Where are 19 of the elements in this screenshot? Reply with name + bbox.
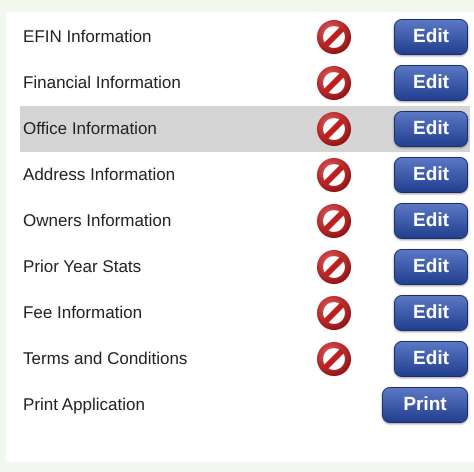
edit-button[interactable]: Edit xyxy=(394,111,468,147)
section-label: Office Information xyxy=(23,118,158,140)
section-label: Terms and Conditions xyxy=(23,348,188,370)
selected-row[interactable]: Office Information Edit xyxy=(20,106,470,152)
section-label: Address Information xyxy=(23,164,176,186)
section-label: Prior Year Stats xyxy=(23,256,142,278)
section-label: Fee Information xyxy=(23,302,144,324)
print-button[interactable]: Print xyxy=(382,387,468,423)
edit-button[interactable]: Edit xyxy=(394,157,468,193)
edit-button[interactable]: Edit xyxy=(394,341,468,377)
section-label: Financial Information xyxy=(23,72,182,94)
edit-button[interactable]: Edit xyxy=(394,203,468,239)
section-label: EFIN Information xyxy=(23,26,152,48)
section-label: Owners Information xyxy=(23,210,172,232)
edit-button[interactable]: Edit xyxy=(394,65,468,101)
section-label: Print Application xyxy=(23,394,146,416)
edit-button[interactable]: Edit xyxy=(394,249,468,285)
edit-button[interactable]: Edit xyxy=(394,295,468,331)
edit-button[interactable]: Edit xyxy=(394,19,468,55)
